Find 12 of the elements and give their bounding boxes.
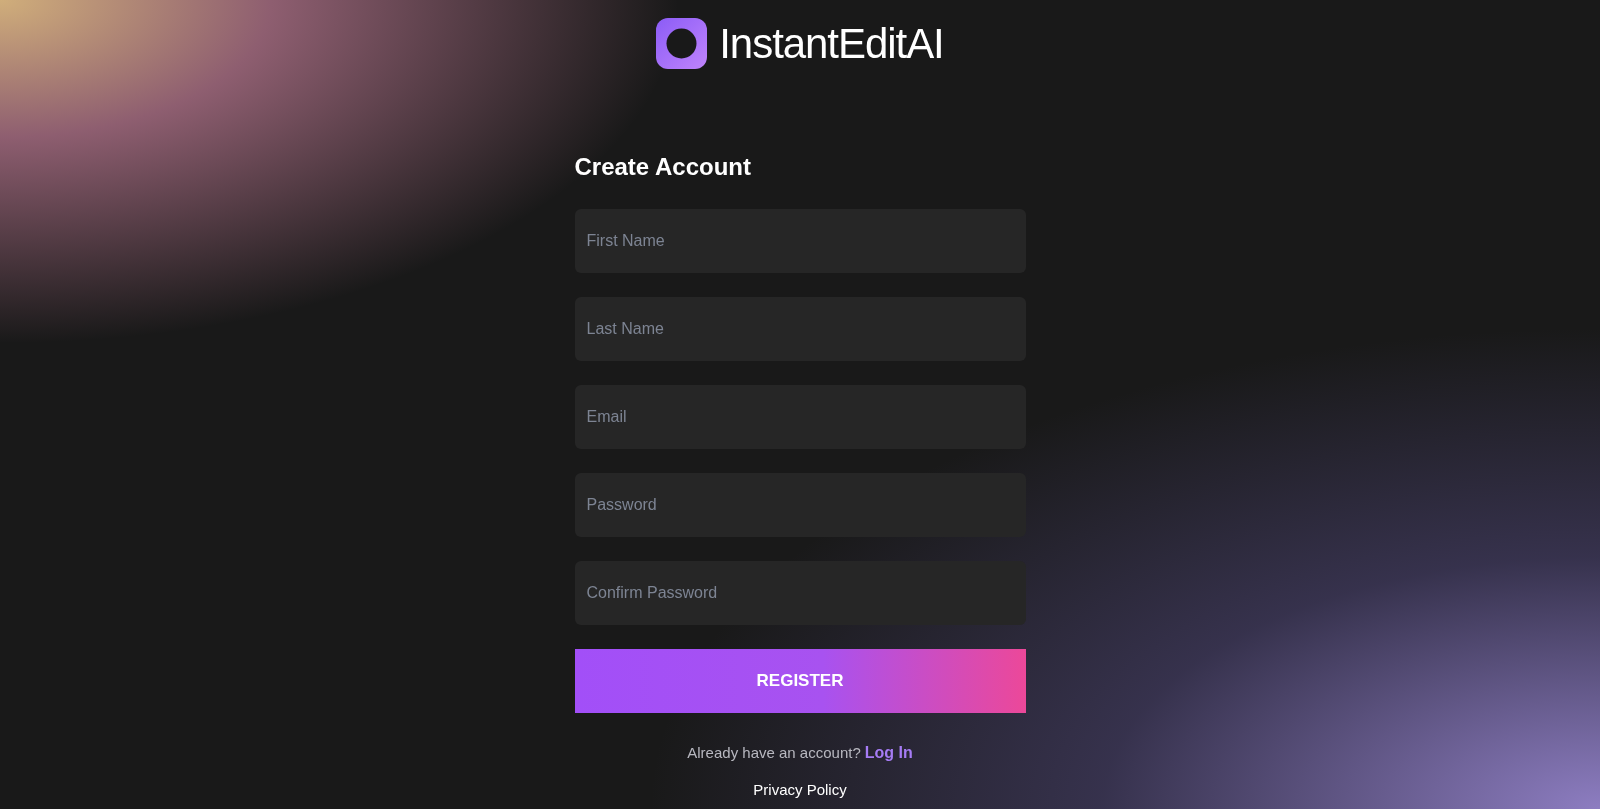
text-field[interactable]: First Name xyxy=(574,209,1026,273)
text-field[interactable]: Email xyxy=(574,385,1026,449)
form-title: Create Account xyxy=(574,152,752,182)
register-button[interactable]: REGISTER xyxy=(574,649,1026,713)
login-link[interactable]: Log In xyxy=(864,741,913,765)
login-prompt: Already have an account? xyxy=(687,743,861,763)
text-field[interactable]: Confirm Password xyxy=(574,561,1026,625)
logo-icon xyxy=(656,18,708,69)
text-field[interactable]: Password xyxy=(574,473,1026,537)
text-field[interactable]: Last Name xyxy=(574,297,1026,361)
privacy-policy-link[interactable]: Privacy Policy xyxy=(753,779,847,802)
logo-text: InstantEditAI xyxy=(719,22,944,65)
